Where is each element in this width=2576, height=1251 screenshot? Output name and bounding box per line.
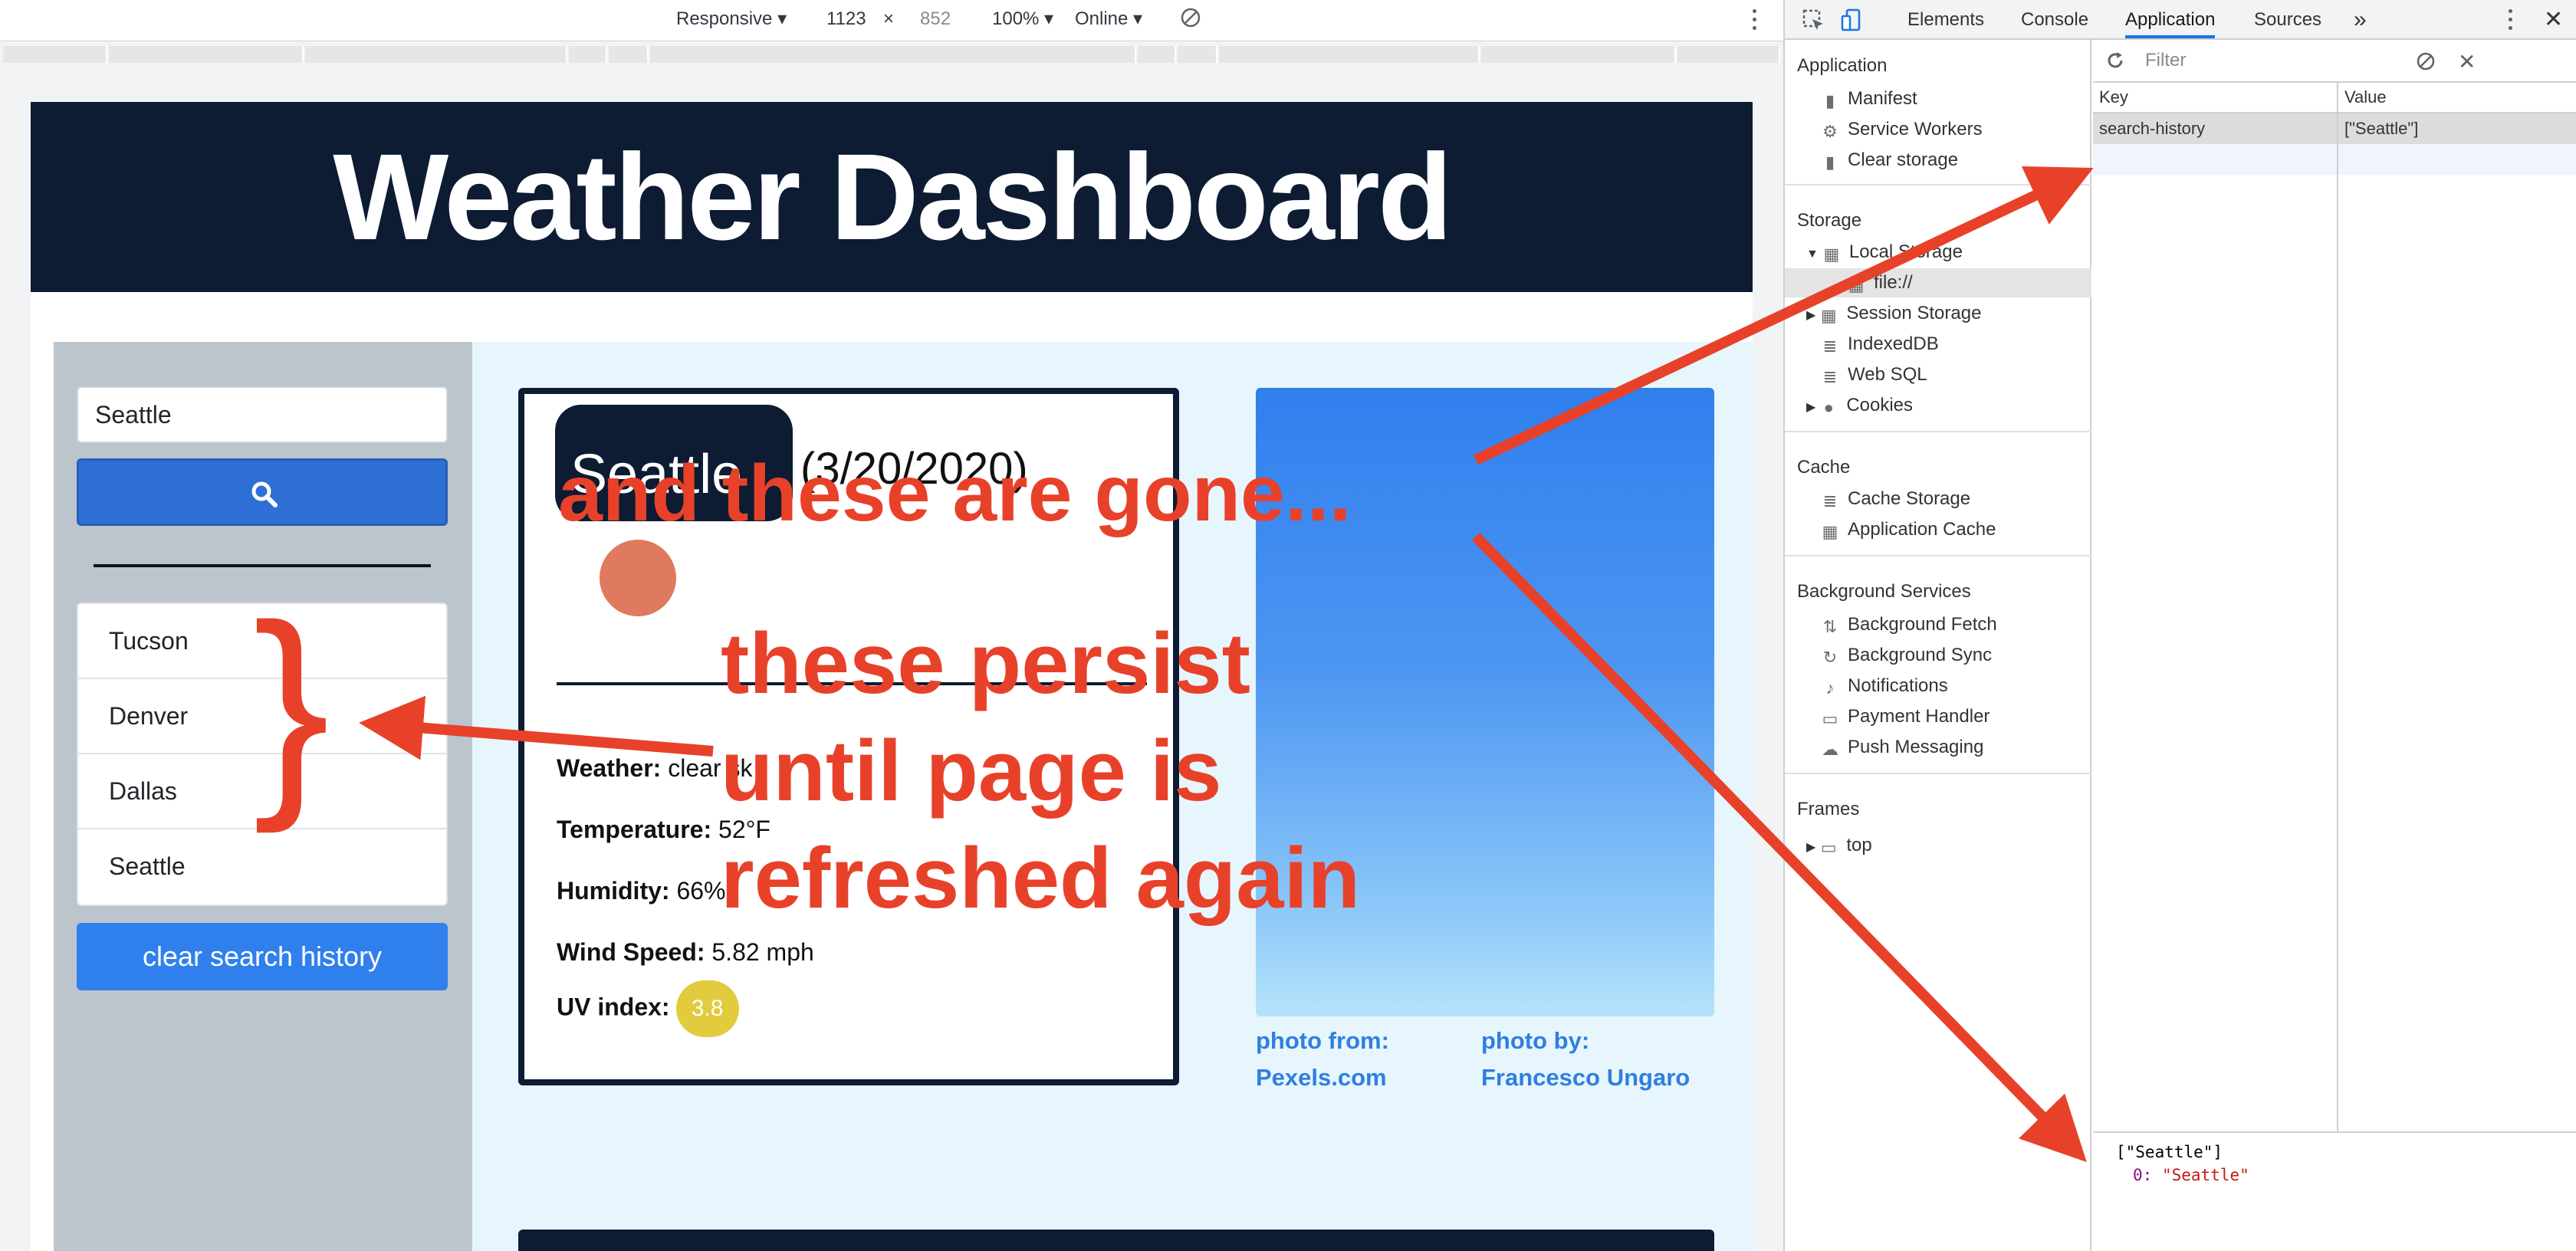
storage-heading: Storage bbox=[1797, 210, 1862, 231]
nav-service-workers[interactable]: ⚙ Service Workers bbox=[1822, 117, 1982, 143]
nav-manifest[interactable]: ▮ Manifest bbox=[1822, 86, 1917, 112]
weather-condition-icon bbox=[600, 540, 676, 616]
history-item-seattle[interactable]: Seattle bbox=[78, 829, 446, 905]
search-icon bbox=[251, 481, 278, 507]
clear-all-icon[interactable] bbox=[2415, 51, 2436, 76]
frames-heading: Frames bbox=[1797, 799, 1860, 819]
storage-filter-bar: Filter ✕ bbox=[2093, 40, 2576, 83]
file-icon: ▮ bbox=[1825, 91, 1835, 110]
nav-push-messaging[interactable]: ☁ Push Messaging bbox=[1822, 734, 1983, 760]
wind-speed-stat: Wind Speed: 5.82 mph bbox=[557, 938, 814, 966]
database-icon: ≣ bbox=[1822, 491, 1838, 511]
annotation-persist-3: refreshed again bbox=[721, 830, 1361, 926]
rotate-icon[interactable] bbox=[1179, 6, 1202, 35]
value-preview: ["Seattle"] 0: "Seattle" bbox=[2116, 1141, 2249, 1187]
database-icon: ≣ bbox=[1822, 367, 1838, 386]
sidebar-divider bbox=[94, 564, 431, 567]
forecast-header: 5-Day Forecast: bbox=[518, 1230, 1714, 1251]
device-menu-icon[interactable] bbox=[1753, 9, 1757, 32]
nav-local-storage[interactable]: ▼ ▦ Local Storage bbox=[1806, 239, 1963, 268]
table-icon: ▦ bbox=[1848, 275, 1865, 294]
devtools-panel: Elements Console Application Sources » ✕… bbox=[1783, 0, 2576, 1251]
preview-entry: 0: "Seattle" bbox=[2133, 1166, 2249, 1184]
media-query-ruler bbox=[0, 43, 1783, 67]
table-icon: ▦ bbox=[1823, 245, 1840, 264]
search-button[interactable] bbox=[77, 458, 448, 526]
tab-sources[interactable]: Sources bbox=[2254, 0, 2321, 40]
table-icon: ▦ bbox=[1820, 306, 1837, 325]
devtools-menu-icon[interactable] bbox=[2509, 9, 2513, 32]
photo-source-credit[interactable]: photo from: Pexels.com bbox=[1256, 1023, 1389, 1096]
card-icon: ▭ bbox=[1822, 709, 1838, 728]
nav-payment-handler[interactable]: ▭ Payment Handler bbox=[1822, 704, 1990, 730]
selected-row-highlight bbox=[1785, 268, 2091, 297]
uv-index-badge: 3.8 bbox=[675, 980, 739, 1037]
viewport-height-input[interactable]: 852 bbox=[920, 8, 951, 31]
tab-console[interactable]: Console bbox=[2021, 0, 2088, 40]
forecast-title: 5-Day Forecast: bbox=[555, 1243, 872, 1251]
up-down-arrows-icon: ⇅ bbox=[1822, 617, 1838, 636]
close-devtools-icon[interactable]: ✕ bbox=[2544, 0, 2563, 40]
dimension-times: × bbox=[883, 8, 895, 29]
cache-heading: Cache bbox=[1797, 457, 1851, 478]
value-column-header[interactable]: Value bbox=[2338, 83, 2387, 112]
clear-history-button[interactable]: clear search history bbox=[77, 923, 448, 990]
row-key-cell[interactable]: search-history bbox=[2093, 113, 2205, 144]
device-mode-select[interactable]: Responsive ▾ bbox=[676, 8, 787, 31]
inspect-element-icon[interactable] bbox=[1802, 8, 1826, 32]
storage-viewer: Filter ✕ Key Value search-history ["Seat… bbox=[2093, 40, 2576, 1251]
uv-index-stat: UV index: 3.8 bbox=[557, 980, 739, 1037]
zoom-select[interactable]: 100% ▾ bbox=[992, 8, 1053, 31]
nav-application-cache[interactable]: ▦ Application Cache bbox=[1822, 517, 1996, 543]
bell-icon: ♪ bbox=[1825, 678, 1835, 698]
local-storage-table: Key Value search-history ["Seattle"] bbox=[2093, 83, 2576, 1133]
page-header: Weather Dashboard bbox=[31, 102, 1753, 292]
nav-background-sync[interactable]: ↻ Background Sync bbox=[1822, 642, 1992, 668]
gear-icon: ⚙ bbox=[1822, 122, 1838, 141]
preview-array[interactable]: ["Seattle"] bbox=[2116, 1141, 2249, 1164]
photographer-credit[interactable]: photo by: Francesco Ungaro bbox=[1481, 1023, 1690, 1096]
delete-selected-icon[interactable]: ✕ bbox=[2458, 49, 2476, 74]
tab-application[interactable]: Application bbox=[2125, 0, 2216, 38]
network-throttle-select[interactable]: Online ▾ bbox=[1075, 8, 1142, 31]
refresh-icon[interactable] bbox=[2105, 51, 2125, 74]
nav-indexeddb[interactable]: ≣ IndexedDB bbox=[1822, 331, 1939, 357]
nav-cache-storage[interactable]: ≣ Cache Storage bbox=[1822, 486, 1970, 512]
nav-session-storage[interactable]: ▶ ▦ Session Storage bbox=[1806, 300, 1981, 329]
cloud-icon: ☁ bbox=[1822, 740, 1838, 759]
cookie-icon: ● bbox=[1823, 398, 1834, 417]
annotation-gone: and these are gone... bbox=[558, 449, 1352, 538]
sync-icon: ↻ bbox=[1822, 648, 1838, 667]
devtools-tab-bar: Elements Console Application Sources » ✕ bbox=[1785, 0, 2576, 40]
annotation-persist-2: until page is bbox=[721, 723, 1222, 819]
nav-local-storage-file[interactable]: ▦ file:// bbox=[1848, 270, 1913, 296]
city-search-input[interactable]: Seattle bbox=[77, 386, 448, 443]
more-tabs-icon[interactable]: » bbox=[2354, 0, 2367, 40]
annotation-brace: } bbox=[253, 576, 330, 834]
tab-elements[interactable]: Elements bbox=[1907, 0, 1984, 40]
application-sidebar: Application ▮ Manifest ⚙ Service Workers ▮… bbox=[1785, 40, 2091, 1251]
trash-icon: ▮ bbox=[1825, 153, 1835, 172]
storage-filter-input[interactable]: Filter bbox=[2133, 48, 2363, 74]
nav-cookies[interactable]: ▶ ● Cookies bbox=[1806, 392, 1913, 421]
annotation-persist-1: these persist bbox=[721, 616, 1250, 711]
device-toolbar: Responsive ▾ 1123 × 852 100% ▾ Online ▾ bbox=[0, 0, 1783, 41]
nav-web-sql[interactable]: ≣ Web SQL bbox=[1822, 362, 1927, 388]
nav-notifications[interactable]: ♪ Notifications bbox=[1822, 673, 1948, 699]
humidity-stat: Humidity: 66% bbox=[557, 877, 726, 905]
page-title: Weather Dashboard bbox=[333, 128, 1453, 265]
frame-icon: ▭ bbox=[1820, 838, 1837, 857]
database-icon: ≣ bbox=[1822, 337, 1838, 356]
nav-frame-top[interactable]: ▶ ▭ top bbox=[1806, 832, 1872, 861]
background-services-heading: Background Services bbox=[1797, 581, 1971, 602]
nav-clear-storage[interactable]: ▮ Clear storage bbox=[1822, 147, 1958, 173]
device-toggle-icon[interactable] bbox=[1840, 8, 1865, 32]
viewport-width-input[interactable]: 1123 bbox=[826, 8, 866, 31]
key-column-header[interactable]: Key bbox=[2093, 83, 2128, 112]
application-heading: Application bbox=[1797, 55, 1888, 76]
table-row-empty[interactable] bbox=[2093, 144, 2576, 175]
row-value-cell[interactable]: ["Seattle"] bbox=[2338, 113, 2418, 144]
table-icon: ▦ bbox=[1822, 522, 1838, 541]
nav-background-fetch[interactable]: ⇅ Background Fetch bbox=[1822, 612, 1997, 638]
